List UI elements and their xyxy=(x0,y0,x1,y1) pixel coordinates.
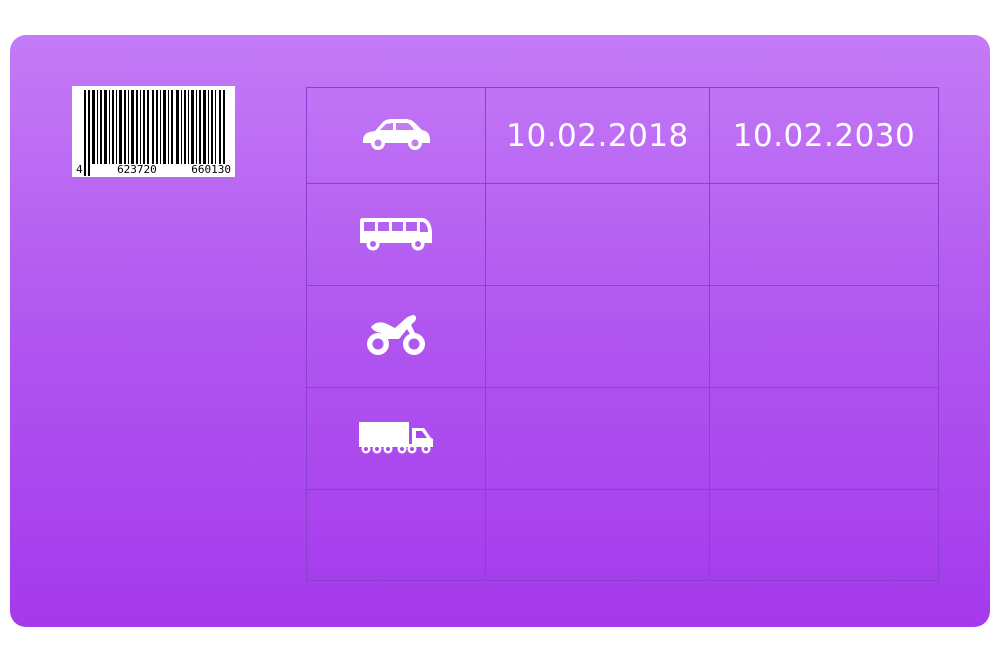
category-to-cell xyxy=(709,387,939,490)
valid-from-date: 10.02.2018 xyxy=(506,117,689,154)
bus-icon xyxy=(358,215,434,251)
category-from-cell: 10.02.2018 xyxy=(485,87,710,184)
barcode-digit-group-right: 660130 xyxy=(190,163,232,176)
category-icon-cell xyxy=(306,387,486,490)
category-from-cell xyxy=(485,285,710,388)
valid-to-date: 10.02.2030 xyxy=(732,117,916,154)
category-icon-cell xyxy=(306,489,486,581)
category-icon-cell xyxy=(306,87,486,184)
table-row xyxy=(306,285,939,388)
motorcycle-icon xyxy=(365,313,427,357)
category-icon-cell xyxy=(306,183,486,286)
table-row: 10.02.2018 10.02.2030 xyxy=(306,87,939,184)
category-to-cell xyxy=(709,285,939,388)
table-row xyxy=(306,387,939,490)
barcode-digit-lead: 4 xyxy=(75,163,84,176)
category-to-cell xyxy=(709,183,939,286)
category-from-cell xyxy=(485,489,710,581)
car-icon xyxy=(361,117,431,151)
truck-trailer-icon xyxy=(357,419,435,455)
table-row xyxy=(306,183,939,286)
barcode-digit-group-left: 623720 xyxy=(116,163,158,176)
category-to-cell xyxy=(709,489,939,581)
category-icon-cell xyxy=(306,285,486,388)
category-from-cell xyxy=(485,387,710,490)
table-row xyxy=(306,489,939,581)
barcode: 4 623720 660130 xyxy=(72,86,235,177)
barcode-digits: 4 623720 660130 xyxy=(72,164,235,176)
category-to-cell: 10.02.2030 xyxy=(709,87,939,184)
category-from-cell xyxy=(485,183,710,286)
vehicle-category-table: 10.02.2018 10.02.2030 xyxy=(306,87,939,581)
